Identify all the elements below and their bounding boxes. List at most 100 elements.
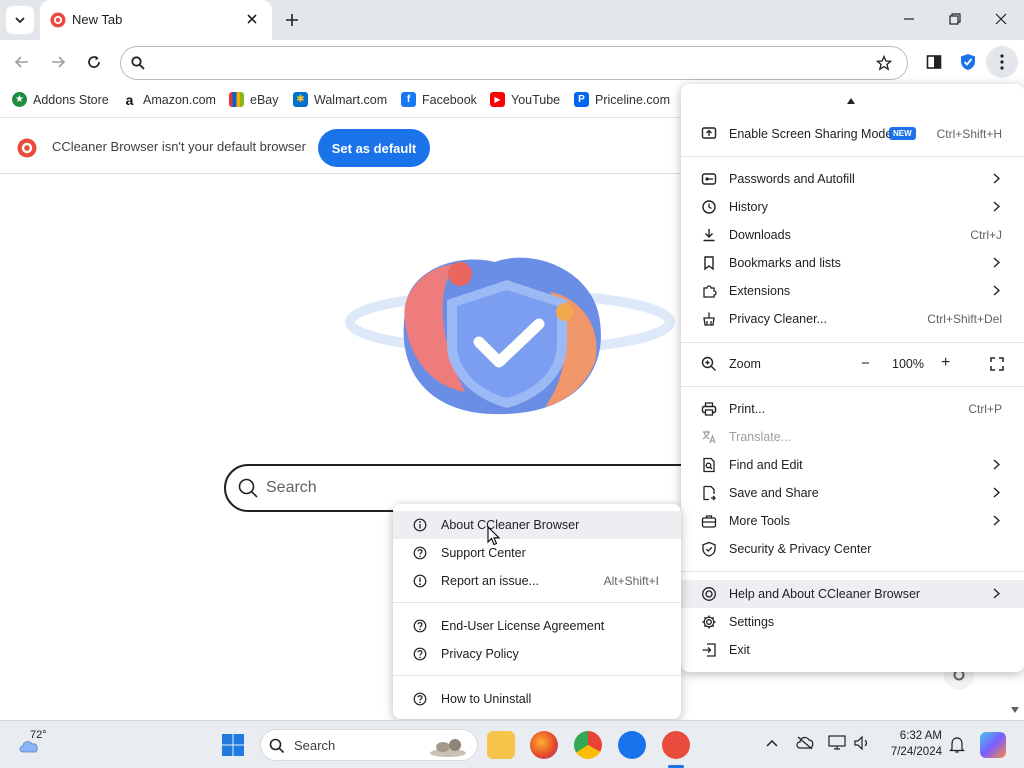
chevron-right-icon	[993, 201, 1000, 212]
menu-divider	[681, 571, 1024, 572]
menu-label: Bookmarks and lists	[729, 256, 841, 270]
bookmark-ebay[interactable]: eBay	[229, 92, 279, 107]
submenu-item-uninstall[interactable]: How to Uninstall	[393, 685, 681, 713]
menu-label: Print...	[729, 402, 766, 416]
addons-icon: ★	[12, 92, 27, 107]
minimize-icon[interactable]	[902, 12, 916, 26]
menu-item-bookmarks[interactable]: Bookmarks and lists	[681, 249, 1024, 277]
ccleaner-taskbar-icon[interactable]	[662, 731, 690, 759]
zoom-out-button[interactable]: −	[861, 355, 870, 372]
back-icon[interactable]	[14, 54, 30, 70]
menu-label: Save and Share	[729, 486, 819, 500]
bookmark-label: Addons Store	[33, 92, 109, 107]
menu-item-exit[interactable]: Exit	[681, 636, 1024, 664]
menu-label: Enable Screen Sharing Mode	[729, 127, 893, 141]
bookmark-label: Facebook	[422, 92, 477, 107]
network-sound-icon[interactable]	[854, 735, 872, 751]
submenu-label: About CCleaner Browser	[441, 518, 580, 532]
menu-item-extensions[interactable]: Extensions	[681, 277, 1024, 305]
clock-date[interactable]: 7/24/2024	[874, 746, 942, 758]
shield-app-icon[interactable]	[618, 731, 646, 759]
bookmark-amazon[interactable]: a Amazon.com	[122, 92, 216, 108]
bookmark-youtube[interactable]: ▶ YouTube	[490, 92, 560, 107]
file-explorer-icon[interactable]	[487, 731, 515, 759]
menu-item-history[interactable]: History	[681, 193, 1024, 221]
taskbar-search[interactable]: Search	[260, 729, 478, 761]
tab-search-button[interactable]	[6, 6, 34, 34]
close-window-icon[interactable]	[994, 12, 1008, 26]
tab-title: New Tab	[72, 12, 123, 27]
fullscreen-icon[interactable]	[990, 357, 1004, 371]
menu-label: Extensions	[729, 284, 791, 298]
security-shield-icon[interactable]	[960, 53, 976, 71]
menu-item-downloads[interactable]: Downloads Ctrl+J	[681, 221, 1024, 249]
cloud-offline-icon[interactable]	[796, 736, 814, 750]
menu-label: Find and Edit	[729, 458, 803, 472]
submenu-item-about[interactable]: About CCleaner Browser	[393, 511, 681, 539]
menu-item-settings[interactable]: Settings	[681, 608, 1024, 636]
bookmark-walmart[interactable]: ✱ Walmart.com	[293, 92, 387, 107]
menu-item-passwords[interactable]: Passwords and Autofill	[681, 165, 1024, 193]
submenu-item-eula[interactable]: End-User License Agreement	[393, 612, 681, 640]
tab-new-tab[interactable]: New Tab	[40, 0, 272, 41]
submenu-item-report-issue[interactable]: Report an issue... Alt+Shift+I	[393, 567, 681, 595]
copilot-icon[interactable]	[980, 732, 1006, 758]
menu-item-zoom: Zoom − 100% +	[681, 350, 1024, 378]
translate-icon	[702, 430, 716, 444]
main-menu-button[interactable]	[986, 46, 1018, 78]
forward-icon[interactable]	[50, 54, 66, 70]
menu-item-privacy-cleaner[interactable]: Privacy Cleaner... Ctrl+Shift+Del	[681, 305, 1024, 333]
bookmark-label: eBay	[250, 92, 279, 107]
bookmark-label: YouTube	[511, 92, 561, 107]
help-about-submenu: About CCleaner Browser Support Center Re…	[393, 504, 681, 719]
chevron-right-icon	[993, 173, 1000, 184]
windows-taskbar: 72° Search 6:32 AM 7/24/2024	[0, 720, 1024, 768]
search-icon	[269, 738, 285, 754]
side-panel-icon[interactable]	[926, 54, 942, 70]
menu-item-save-share[interactable]: Save and Share	[681, 479, 1024, 507]
firefox-icon[interactable]	[530, 731, 558, 759]
ebay-icon	[229, 92, 244, 107]
bookmark-star-icon[interactable]	[876, 55, 892, 71]
weather-widget[interactable]: 72°	[16, 729, 66, 761]
help-circle-icon	[413, 647, 427, 661]
bookmark-facebook[interactable]: f Facebook	[401, 92, 477, 107]
menu-item-find-edit[interactable]: Find and Edit	[681, 451, 1024, 479]
menu-item-more-tools[interactable]: More Tools	[681, 507, 1024, 535]
submenu-shortcut: Alt+Shift+I	[603, 574, 659, 588]
browser-main-menu: Enable Screen Sharing Mode NEW Ctrl+Shif…	[681, 84, 1024, 672]
close-icon[interactable]	[246, 13, 258, 25]
menu-item-screen-sharing[interactable]: Enable Screen Sharing Mode NEW Ctrl+Shif…	[681, 120, 1024, 148]
new-tab-icon[interactable]	[284, 12, 300, 28]
menu-item-print[interactable]: Print... Ctrl+P	[681, 395, 1024, 423]
notification-bell-icon[interactable]	[949, 736, 965, 754]
scroll-up-arrow-icon[interactable]	[847, 98, 855, 104]
bookmark-priceline[interactable]: P Priceline.com	[574, 92, 670, 107]
bookmark-addons-store[interactable]: ★ Addons Store	[12, 92, 109, 107]
menu-label: Downloads	[729, 228, 791, 242]
menu-label: Help and About CCleaner Browser	[729, 587, 921, 601]
zoom-icon	[701, 356, 716, 371]
chevron-up-icon[interactable]	[766, 739, 778, 747]
restore-icon[interactable]	[948, 12, 962, 26]
menu-shortcut: Ctrl+P	[968, 402, 1002, 416]
submenu-item-support[interactable]: Support Center	[393, 539, 681, 567]
set-as-default-button[interactable]: Set as default	[318, 129, 430, 167]
scroll-down-button[interactable]	[1006, 700, 1024, 720]
menu-divider	[681, 342, 1024, 343]
screen-share-icon	[701, 127, 717, 139]
youtube-icon: ▶	[490, 92, 505, 107]
chevron-right-icon	[993, 588, 1000, 599]
windows-start-icon[interactable]	[221, 733, 245, 757]
chrome-icon[interactable]	[574, 731, 602, 759]
display-icon[interactable]	[828, 735, 846, 751]
menu-item-security-center[interactable]: Security & Privacy Center	[681, 535, 1024, 563]
submenu-item-privacy-policy[interactable]: Privacy Policy	[393, 640, 681, 668]
menu-item-help-about[interactable]: Help and About CCleaner Browser	[681, 580, 1024, 608]
history-icon	[702, 200, 716, 214]
clock-time[interactable]: 6:32 AM	[884, 730, 942, 742]
zoom-in-button[interactable]: +	[941, 354, 950, 372]
address-bar[interactable]	[120, 46, 908, 80]
reload-icon[interactable]	[86, 54, 102, 70]
menu-divider	[681, 156, 1024, 157]
